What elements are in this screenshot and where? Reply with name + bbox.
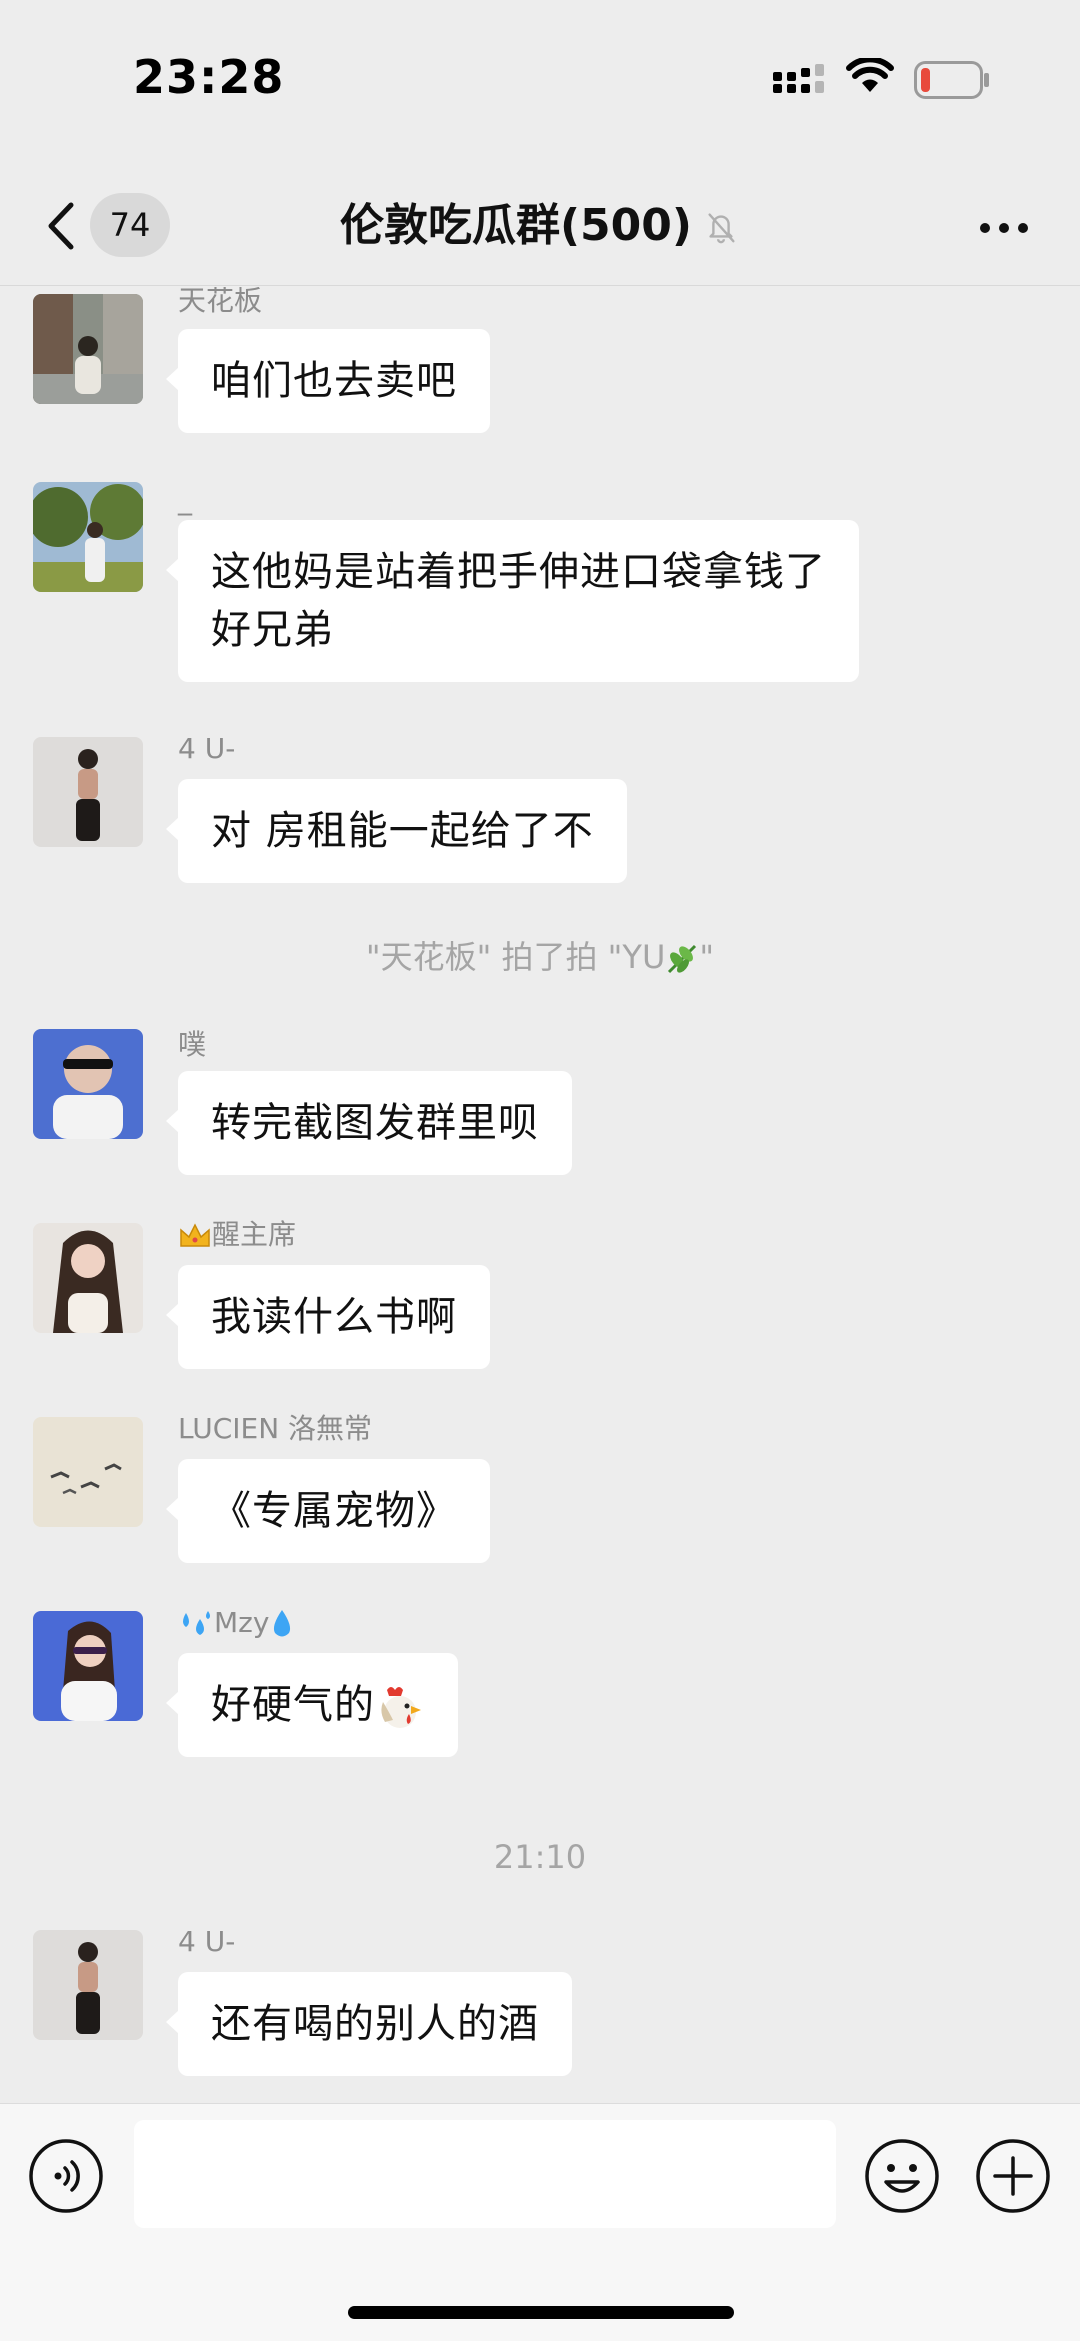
- avatar[interactable]: [33, 737, 143, 847]
- battery-low-icon: [914, 61, 989, 99]
- park-photo-avatar: [33, 482, 143, 592]
- avatar[interactable]: [33, 294, 143, 404]
- more-functions-button[interactable]: [975, 2138, 1051, 2214]
- message-bubble[interactable]: 转完截图发群里呗: [166, 1071, 572, 1175]
- sweat-droplets-icon: [183, 1611, 210, 1635]
- girl-photo-avatar: [33, 1930, 143, 2040]
- message-text: 好硬气的: [211, 1682, 375, 1728]
- sender-name: 天花板: [178, 287, 263, 317]
- sender-name: Mzy: [178, 1605, 295, 1641]
- message-bubble[interactable]: 我读什么书啊: [166, 1265, 490, 1369]
- droplet-icon: [274, 1610, 291, 1637]
- system-note-prefix: "天花板" 拍了拍 "YU: [365, 938, 666, 976]
- time-divider: 21:10: [493, 1838, 587, 1876]
- sender-name: LUCIEN 洛無常: [178, 1412, 373, 1445]
- avatar[interactable]: [33, 1417, 143, 1527]
- smiley-icon: [865, 2139, 939, 2213]
- avatar[interactable]: [33, 1029, 143, 1139]
- avatar[interactable]: [33, 1930, 143, 2040]
- more-options-button[interactable]: [974, 198, 1034, 258]
- avatar[interactable]: [33, 482, 143, 592]
- chat-title: 伦敦吃瓜群(500): [339, 200, 693, 251]
- chat-header: 74 伦敦吃瓜群(500): [0, 178, 1080, 286]
- longhair-photo-avatar: [33, 1223, 143, 1333]
- message-list[interactable]: 天花板 咱们也去卖吧 _ 这他妈是站着把手伸进口袋拿钱了 好兄弟 4 U- 对 …: [0, 287, 1080, 2102]
- cellular-signal-icon: [773, 64, 824, 93]
- message-bubble[interactable]: 这他妈是站着把手伸进口袋拿钱了 好兄弟: [166, 520, 859, 682]
- sender-name-text: Mzy: [214, 1606, 270, 1639]
- message-input[interactable]: [134, 2120, 836, 2228]
- crown-icon: [180, 1223, 210, 1247]
- system-note-suffix: ": [699, 938, 715, 976]
- status-time: 23:28: [133, 50, 285, 104]
- message-bubble[interactable]: 好硬气的: [166, 1653, 458, 1757]
- plus-circle-icon: [976, 2139, 1050, 2213]
- voice-input-button[interactable]: [28, 2138, 104, 2214]
- sender-name-text: 醒主席: [212, 1218, 297, 1251]
- more-dots-icon: [980, 223, 1028, 233]
- message-bubble[interactable]: 咱们也去卖吧: [166, 329, 490, 433]
- emoji-button[interactable]: [864, 2138, 940, 2214]
- selfie-photo-avatar: [33, 1611, 143, 1721]
- sender-name: 4 U-: [178, 732, 236, 765]
- voice-icon: [29, 2139, 103, 2213]
- avatar[interactable]: [33, 1223, 143, 1333]
- message-bubble[interactable]: 《专属宠物》: [166, 1459, 490, 1563]
- avatar[interactable]: [33, 1611, 143, 1721]
- sunglasses-photo-avatar: [33, 1029, 143, 1139]
- message-bubble[interactable]: 还有喝的别人的酒: [166, 1972, 572, 2076]
- message-bubble[interactable]: 对 房租能一起给了不: [166, 779, 627, 883]
- chat-title-container: 伦敦吃瓜群(500): [0, 196, 1080, 256]
- muted-bell-icon: [708, 213, 735, 244]
- chicken-icon: [381, 1687, 421, 1728]
- sender-name: 醒主席: [178, 1217, 296, 1253]
- home-indicator[interactable]: [348, 2306, 734, 2319]
- street-photo-avatar: [33, 294, 143, 404]
- herb-icon: [668, 944, 697, 974]
- status-bar: 23:28: [0, 0, 1080, 160]
- girl-photo-avatar: [33, 737, 143, 847]
- sender-name: 噗: [178, 1028, 207, 1061]
- sender-name: _: [178, 483, 192, 516]
- pat-system-note: "天花板" 拍了拍 "YU ": [0, 932, 1080, 978]
- wifi-icon: [846, 58, 894, 92]
- birds-photo-avatar: [33, 1417, 143, 1527]
- sender-name: 4 U-: [178, 1925, 236, 1958]
